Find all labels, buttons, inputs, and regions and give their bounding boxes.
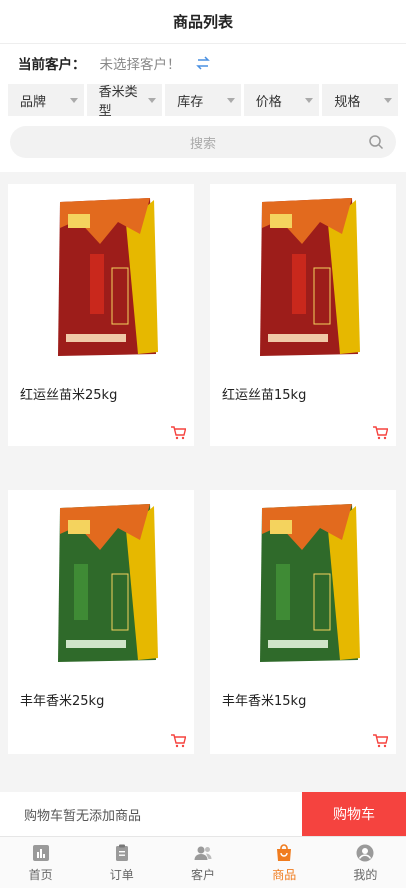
add-to-cart-icon[interactable] [170,426,186,440]
filter-label: 规格 [334,94,361,110]
tab-products[interactable]: 商品 [244,837,325,888]
product-card[interactable]: 红运丝苗15kg [210,184,396,446]
customer-bar: 当前客户： 未选择客户！ [0,44,406,82]
filter-bar: 品牌 香米类型 库存 价格 规格 [0,84,406,119]
customer-icon [194,846,212,860]
filter-label: 库存 [177,94,204,110]
add-to-cart-icon[interactable] [372,426,388,440]
tab-orders[interactable]: 订单 [81,837,162,888]
swap-icon[interactable] [195,55,211,71]
add-to-cart-icon[interactable] [372,734,388,748]
order-icon [115,844,128,861]
tab-label: 订单 [109,867,134,882]
product-card[interactable]: 丰年香米25kg [8,490,194,754]
home-icon [32,844,49,861]
filter-brand[interactable]: 品牌 [8,84,84,116]
search-input[interactable]: 搜索 [10,126,396,158]
add-to-cart-icon[interactable] [170,734,186,748]
product-image [8,184,194,374]
product-image [210,184,396,374]
cart-empty-text: 购物车暂无添加商品 [24,808,142,824]
caret-down-icon [226,97,235,103]
tab-label: 首页 [28,867,53,882]
product-bag-icon [277,843,292,861]
profile-icon [356,844,374,861]
customer-label: 当前客户： [18,57,86,73]
product-image [210,490,396,680]
filter-spec[interactable]: 规格 [322,84,398,116]
tab-label: 我的 [353,867,378,882]
page-title: 商品列表 [0,0,406,44]
caret-down-icon [148,97,157,103]
product-grid: 红运丝苗米25kg 红运丝苗15kg 丰年香米25kg 丰年香米15kg [0,172,406,792]
tab-home[interactable]: 首页 [0,837,81,888]
customer-value[interactable]: 未选择客户！ [100,53,181,73]
search-icon[interactable] [368,134,384,150]
cart-button[interactable]: 购物车 [302,792,406,836]
product-image [8,490,194,680]
caret-down-icon [305,97,314,103]
filter-price[interactable]: 价格 [243,84,320,116]
product-name: 红运丝苗15kg [222,388,307,403]
caret-down-icon [383,97,392,103]
tab-bar: 首页 订单 客户 商品 我的 [0,836,406,888]
caret-down-icon [69,97,78,103]
cart-bar: 购物车暂无添加商品 购物车 [0,792,406,836]
filter-label: 香米类型 [98,85,138,119]
product-card[interactable]: 丰年香米15kg [210,490,396,754]
filter-label: 品牌 [20,94,47,110]
search-placeholder: 搜索 [189,136,216,152]
tab-label: 商品 [272,867,297,882]
tab-label: 客户 [191,867,216,882]
filter-label: 价格 [255,94,282,110]
filter-rice-type[interactable]: 香米类型 [86,84,163,119]
filter-stock[interactable]: 库存 [165,84,241,116]
product-card[interactable]: 红运丝苗米25kg [8,184,194,446]
product-name: 丰年香米15kg [222,694,307,709]
product-name: 红运丝苗米25kg [20,388,118,403]
tab-profile[interactable]: 我的 [325,837,406,888]
tab-customers[interactable]: 客户 [162,837,243,888]
product-name: 丰年香米25kg [20,694,105,709]
